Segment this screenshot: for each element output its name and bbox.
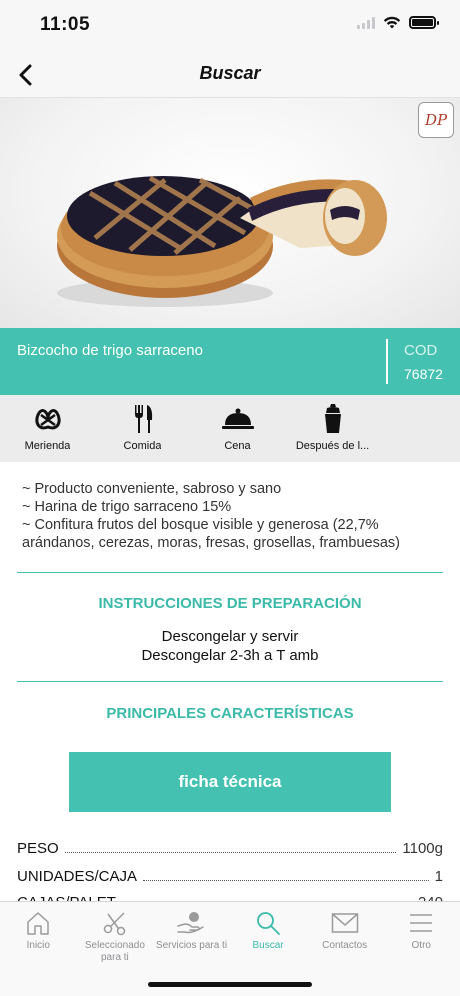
tab-label: Buscar xyxy=(252,940,284,951)
ficha-tecnica-button[interactable]: ficha técnica xyxy=(69,752,391,812)
cutlery-icon xyxy=(132,404,154,434)
spec-key: PESO xyxy=(17,840,59,857)
preparation-title: INSTRUCCIONES DE PREPARACIÓN xyxy=(98,595,362,612)
divider xyxy=(17,572,443,573)
navigation-bar: Buscar xyxy=(0,50,460,98)
spec-key: UNIDADES/CAJA xyxy=(17,868,138,885)
brand-logo: DP xyxy=(418,102,454,138)
tab-label: Contactos xyxy=(322,940,368,951)
product-name: Bizcocho de trigo sarraceno xyxy=(17,342,203,359)
spec-value: 1100g xyxy=(402,840,443,857)
code-divider xyxy=(386,339,388,384)
tab-contactos[interactable]: Contactos xyxy=(306,902,383,996)
description-line: ~ Confitura frutos del bosque visible y … xyxy=(22,517,379,533)
search-icon xyxy=(255,909,281,937)
description-line: arándanos, cerezas, moras, fresas, grose… xyxy=(22,535,400,551)
scissors-icon xyxy=(102,909,128,937)
cloche-icon xyxy=(221,404,254,434)
description-line: ~ Harina de trigo sarraceno 15% xyxy=(22,499,232,515)
meal-label: Merienda xyxy=(24,440,71,452)
brand-logo-text: DP xyxy=(424,111,448,129)
status-bar: 11:05 xyxy=(0,0,460,50)
product-header: Bizcocho de trigo sarraceno COD 76872 xyxy=(0,328,460,395)
product-description: ~ Producto conveniente, sabroso y sano ~… xyxy=(22,480,442,552)
meal-label: Después de l... xyxy=(295,440,370,452)
battery-icon xyxy=(409,16,439,29)
meal-label: Cena xyxy=(224,440,251,452)
tab-seleccionado[interactable]: Seleccionado para ti xyxy=(77,902,154,996)
product-image: DP xyxy=(0,98,460,328)
product-code-label: COD xyxy=(404,342,438,359)
spec-leader xyxy=(143,880,429,881)
tart-illustration xyxy=(57,175,387,307)
service-hand-icon xyxy=(176,909,206,937)
home-indicator xyxy=(148,982,312,987)
description-line: ~ Producto conveniente, sabroso y sano xyxy=(22,481,282,497)
tab-label: Otro xyxy=(411,940,431,951)
features-title: PRINCIPALES CARACTERÍSTICAS xyxy=(106,705,354,722)
preparation-line: Descongelar 2-3h a T amb xyxy=(141,647,319,664)
meal-suggestions: Merienda Comida Cena Después de l... xyxy=(0,395,460,462)
spec-row-unidades: UNIDADES/CAJA 1 xyxy=(17,865,443,885)
spec-value: 1 xyxy=(434,868,443,885)
cocktail-shaker-icon xyxy=(323,404,343,434)
meal-cena[interactable]: Cena xyxy=(190,395,285,462)
meal-despues[interactable]: Después de l... xyxy=(285,395,380,462)
status-icons xyxy=(357,16,439,29)
product-code: 76872 xyxy=(404,366,443,382)
spec-row-peso: PESO 1100g xyxy=(17,837,443,857)
tab-label: Servicios para ti xyxy=(155,940,228,951)
meal-merienda[interactable]: Merienda xyxy=(0,395,95,462)
pretzel-icon xyxy=(33,404,63,434)
menu-icon xyxy=(408,909,434,937)
divider xyxy=(17,681,443,682)
status-time: 11:05 xyxy=(40,14,91,35)
wifi-icon xyxy=(383,16,401,29)
preparation-line: Descongelar y servir xyxy=(161,628,299,645)
tab-inicio[interactable]: Inicio xyxy=(0,902,77,996)
tab-label: Inicio xyxy=(26,940,50,951)
tab-label: Seleccionado para ti xyxy=(84,940,145,963)
meal-comida[interactable]: Comida xyxy=(95,395,190,462)
tab-otro[interactable]: Otro xyxy=(383,902,460,996)
meal-label: Comida xyxy=(123,440,162,452)
page-title: Buscar xyxy=(199,63,261,83)
spec-leader xyxy=(64,852,397,853)
envelope-icon xyxy=(331,909,359,937)
cellular-signal-icon xyxy=(357,16,375,29)
home-icon xyxy=(25,909,51,937)
